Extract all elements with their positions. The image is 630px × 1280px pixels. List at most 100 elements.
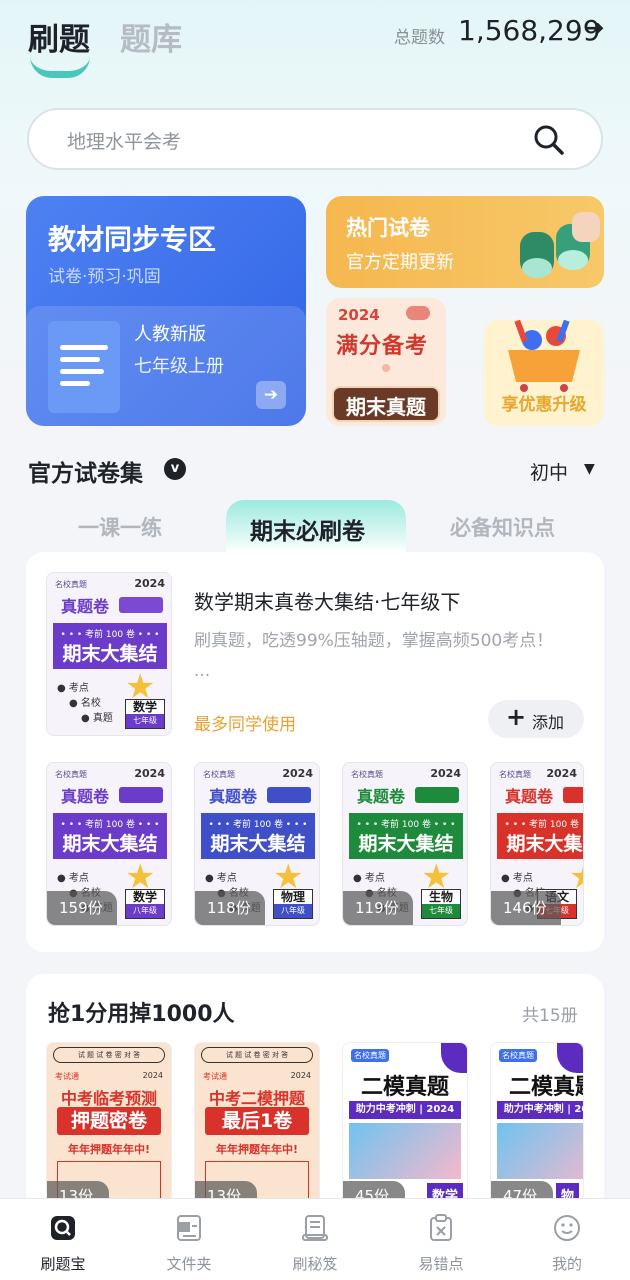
cover-year: 2024 <box>134 767 165 780</box>
tab-mine[interactable]: 我的 <box>504 1199 630 1280</box>
search-bar[interactable]: 地理水平会考 <box>27 108 603 170</box>
tab-folder[interactable]: 文件夹 <box>126 1199 252 1280</box>
paper-count: 146份 <box>491 891 561 925</box>
paper-count: 118份 <box>195 891 265 925</box>
cover-illustration <box>497 1123 583 1179</box>
subtab-final-exam[interactable]: 期末必刷卷 <box>250 512 365 546</box>
discount-upgrade-card[interactable]: 享优惠升级 <box>484 320 604 426</box>
grade-select[interactable]: 初中 <box>530 458 568 485</box>
tab-secrets[interactable]: 刷秘笈 <box>252 1199 378 1280</box>
cover-band: • • • 考前 100 卷 • • •期末大集结 <box>201 813 315 859</box>
featured-description: 刷真题，吃透99%压轴题，掌握高频500考点！ ... <box>194 631 554 681</box>
cover-line3: 年年押题年年中! <box>67 1143 151 1156</box>
cover-line1: 中考二模押题 <box>208 1089 305 1108</box>
cover-band-big: 期末大集结 <box>358 833 454 855</box>
tab-shuati[interactable]: 刷题 <box>28 14 90 59</box>
cover-subject-grade: 七年级 <box>422 904 460 918</box>
cover-band-big: 期末大集结 <box>506 833 583 855</box>
paper-cover[interactable]: 名校真题 二模真题 助力中考冲刺 | 2024 数学 45份 <box>342 1042 468 1212</box>
book-icon <box>48 321 120 413</box>
cover-subject-name: 数学 <box>132 700 157 714</box>
cover-title: 真题卷 <box>61 597 110 616</box>
popular-papers-count[interactable]: 共15册 <box>522 1001 578 1026</box>
cover-subject: 生物 七年级 <box>421 889 461 919</box>
paper-cover[interactable]: 名校真题 2024 真题卷 • • • 考前 100 卷 • • •期末大集结 ● 考点… <box>342 762 468 926</box>
search-book-icon <box>51 1216 75 1240</box>
cover-line2: 助力中考冲刺 | 2024 <box>497 1101 583 1119</box>
cover-point: ● 考点 <box>205 873 237 884</box>
popular-papers-card: 抢1分用掉1000人 共15册 试 题 试 卷 密 对 答考试通 2024 中考临考… <box>26 974 604 1214</box>
caret-down-icon[interactable]: ▼ <box>584 461 595 477</box>
paper-cover[interactable]: 名校真题 2024 真题卷 • • • 考前 100 卷 • • •期末大集结 ● 考点… <box>46 762 172 926</box>
cover-tag-decor <box>119 597 163 613</box>
textbook-grade: 七年级上册 <box>134 356 224 377</box>
paper-count: 159份 <box>47 891 117 925</box>
textbook-selection[interactable]: 人教新版 七年级上册 ➔ <box>26 306 306 426</box>
search-icon[interactable] <box>533 124 565 156</box>
paper-cover[interactable]: 名校真题二模真题助力中考冲刺 | 2024物47份 <box>490 1042 584 1212</box>
binoculars-icon <box>520 212 600 278</box>
subtab-practice[interactable]: 一课一练 <box>78 512 162 542</box>
textbook-sync-card[interactable]: 教材同步专区 试卷·预习·巩固 人教新版 七年级上册 ➔ <box>26 196 306 426</box>
tab-shuatibao[interactable]: 刷题宝 <box>0 1199 126 1280</box>
cover-top-strip: 试 题 试 卷 密 对 答 <box>201 1047 313 1063</box>
cover-brand: 名校真题 <box>55 770 87 779</box>
tab-label: 易错点 <box>418 1255 464 1273</box>
cover-line2: 最后1卷 <box>205 1107 309 1135</box>
cover-subject: 物理 八年级 <box>273 889 313 919</box>
paper-count: 119份 <box>343 891 413 925</box>
tab-mistakes[interactable]: 易错点 <box>378 1199 504 1280</box>
cover-point: ● 考点 <box>57 873 89 884</box>
search-input[interactable]: 地理水平会考 <box>67 127 181 154</box>
final-exam-button[interactable]: 期末真题 <box>332 391 440 420</box>
cover-subject-grade: 七年级 <box>126 714 164 728</box>
textbook-sync-title: 教材同步专区 <box>48 223 217 256</box>
featured-title[interactable]: 数学期末真卷大集结·七年级下 <box>194 586 460 615</box>
tab-label: 刷秘笈 <box>292 1255 338 1273</box>
paper-cover[interactable]: 试 题 试 卷 密 对 答考试通 2024 中考临考预测 押题密卷 年年押题年年中! 13… <box>46 1042 172 1212</box>
tab-label: 文件夹 <box>166 1255 212 1273</box>
error-book-icon <box>430 1214 452 1241</box>
cover-brand: 名校真题 <box>55 580 87 589</box>
total-questions-label: 总题数 <box>394 28 445 48</box>
cover-title: 真题卷 <box>209 787 258 806</box>
paper-collection-panel: 名校真题 2024 真题卷 • • • 考前 100 卷 • • • 期末大集结… <box>26 552 604 952</box>
cover-point: ● 名校 <box>69 698 101 709</box>
add-button[interactable]: + 添加 <box>488 700 584 738</box>
featured-cover[interactable]: 名校真题 2024 真题卷 • • • 考前 100 卷 • • • 期末大集结… <box>46 572 172 736</box>
popular-papers-title: 抢1分用掉1000人 <box>48 1002 235 1027</box>
discount-upgrade-label: 享优惠升级 <box>501 395 587 415</box>
cover-brand: 名校真题 <box>351 770 383 779</box>
cover-year: 2024 <box>546 767 577 780</box>
cover-tag-decor <box>267 787 311 803</box>
arrow-right-icon[interactable]: ➔ <box>256 381 286 409</box>
cover-band-big: 期末大集结 <box>210 833 306 855</box>
paper-cover[interactable]: 名校真题 2024 真题卷 • • • 考前 100 卷 • • •期末大集结 ● 考点… <box>194 762 320 926</box>
section-title: 官方试卷集 <box>28 461 143 487</box>
cover-band: • • • 考前 100 卷 • • •期末大集结 <box>349 813 463 859</box>
cover-line2: 助力中考冲刺 | 2024 <box>349 1101 461 1119</box>
cover-title: 真题卷 <box>357 787 406 806</box>
cover-subject-name: 物理 <box>280 890 305 904</box>
shopping-cart-icon <box>508 320 580 392</box>
folder-doc-icon <box>177 1215 201 1241</box>
hot-papers-subtitle: 官方定期更新 <box>346 252 454 273</box>
full-score-card[interactable]: 2024 满分备考 期末真题 <box>326 298 446 426</box>
cover-brand: 名校真题 <box>499 1049 537 1062</box>
tab-tiku[interactable]: 题库 <box>120 14 182 59</box>
plus-icon: + <box>506 703 527 731</box>
paper-cover[interactable]: 试 题 试 卷 密 对 答考试通 2024 中考二模押题 最后1卷 年年押题年年中! 13… <box>194 1042 320 1212</box>
subtab-knowledge[interactable]: 必备知识点 <box>450 512 555 542</box>
decor-dot <box>382 364 390 372</box>
tab-label: 我的 <box>551 1255 582 1273</box>
featured-tag: 最多同学使用 <box>194 715 296 735</box>
arrow-right-icon[interactable]: ➔ <box>586 16 604 41</box>
hot-papers-card[interactable]: 热门试卷 官方定期更新 <box>326 196 604 288</box>
paper-cover[interactable]: 名校真题 2024 真题卷 • • • 考前 100 卷 • • •期末大集结 ● 考点… <box>490 762 584 926</box>
cover-year: 2024 <box>134 577 165 590</box>
total-questions-value[interactable]: 1,568,299 <box>458 14 601 47</box>
cover-line3: 年年押题年年中! <box>215 1143 299 1156</box>
cover-illustration <box>349 1123 461 1179</box>
cover-tag-decor <box>119 787 163 803</box>
cover-band-big: 期末大集结 <box>62 833 158 855</box>
